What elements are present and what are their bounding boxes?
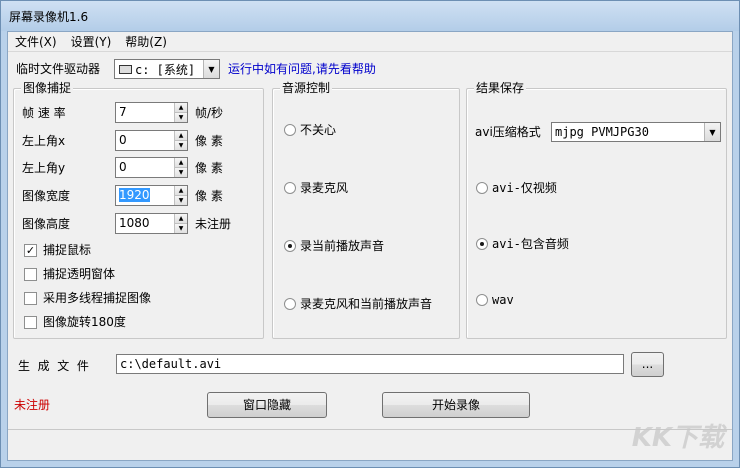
left-x-unit: 像 素: [195, 134, 223, 148]
codec-select[interactable]: mjpg PVMJPG30 ▼: [551, 122, 721, 142]
codec-label: avi压缩格式: [475, 125, 541, 139]
client-area: 文件(X) 设置(Y) 帮助(Z) 临时文件驱动器 c: [系统] ▼ 运行中如…: [7, 31, 733, 461]
rotate-label[interactable]: 图像旋转180度: [43, 313, 126, 331]
help-link[interactable]: 运行中如有问题,请先看帮助: [228, 60, 376, 78]
chevron-down-icon[interactable]: ▼: [704, 123, 720, 141]
fps-label: 帧 速 率: [22, 106, 66, 120]
output-file-input[interactable]: c:\default.avi: [116, 354, 624, 374]
spin-up-icon[interactable]: ▲: [175, 131, 187, 140]
height-value[interactable]: 1080: [116, 214, 174, 233]
fps-value[interactable]: 7: [116, 103, 174, 122]
left-x-spinner[interactable]: 0 ▲ ▼: [115, 130, 188, 151]
wav-radio[interactable]: [476, 294, 488, 306]
spin-up-icon[interactable]: ▲: [175, 214, 187, 223]
title-bar[interactable]: 屏幕录像机1.6: [1, 1, 739, 31]
left-x-value[interactable]: 0: [116, 131, 174, 150]
menu-bar: 文件(X) 设置(Y) 帮助(Z): [8, 32, 732, 52]
fps-spinner[interactable]: 7 ▲ ▼: [115, 102, 188, 123]
spin-down-icon[interactable]: ▼: [175, 112, 187, 122]
drive-icon: [119, 64, 132, 74]
width-value[interactable]: 1920: [119, 188, 150, 202]
spin-down-icon[interactable]: ▼: [175, 140, 187, 150]
height-spinner[interactable]: 1080 ▲ ▼: [115, 213, 188, 234]
width-spinner[interactable]: 1920 ▲ ▼: [115, 185, 188, 206]
spin-down-icon[interactable]: ▼: [175, 195, 187, 205]
hide-window-button[interactable]: 窗口隐藏: [207, 392, 327, 418]
capture-mouse-label[interactable]: 捕捉鼠标: [43, 241, 91, 259]
capture-group-title: 图像捕捉: [21, 81, 74, 95]
width-label: 图像宽度: [22, 189, 71, 203]
codec-value: mjpg PVMJPG30: [555, 125, 649, 139]
audio-mic-radio[interactable]: [284, 182, 296, 194]
audio-group-title: 音源控制: [280, 81, 333, 95]
temp-drive-select[interactable]: c: [系统] ▼: [114, 59, 220, 79]
audio-playback-radio[interactable]: [284, 240, 296, 252]
audio-none-radio[interactable]: [284, 124, 296, 136]
kk-watermark-logo: KK下载: [631, 423, 724, 453]
spin-up-icon[interactable]: ▲: [175, 186, 187, 195]
avi-audio-label[interactable]: avi-包含音频: [492, 235, 569, 253]
menu-help[interactable]: 帮助(Z): [118, 32, 174, 52]
temp-drive-label: 临时文件驱动器: [16, 62, 101, 76]
browse-button[interactable]: ...: [631, 352, 664, 377]
avi-video-radio[interactable]: [476, 182, 488, 194]
spin-up-icon[interactable]: ▲: [175, 158, 187, 167]
audio-none-label[interactable]: 不关心: [300, 121, 336, 139]
left-y-unit: 像 素: [195, 161, 223, 175]
multithread-checkbox[interactable]: [24, 292, 37, 305]
menu-file[interactable]: 文件(X): [8, 32, 64, 52]
output-group-title: 结果保存: [474, 81, 527, 95]
menu-settings[interactable]: 设置(Y): [64, 32, 119, 52]
unregistered-note: 未注册: [195, 217, 232, 231]
avi-audio-radio[interactable]: [476, 238, 488, 250]
rotate-checkbox[interactable]: [24, 316, 37, 329]
left-x-label: 左上角x: [22, 134, 66, 148]
audio-mic-label[interactable]: 录麦克风: [300, 179, 348, 197]
fps-unit: 帧/秒: [195, 106, 224, 120]
multithread-label[interactable]: 采用多线程捕捉图像: [43, 289, 151, 307]
app-window: 屏幕录像机1.6 文件(X) 设置(Y) 帮助(Z) 临时文件驱动器 c: [系…: [0, 0, 740, 468]
start-recording-button[interactable]: 开始录像: [382, 392, 530, 418]
width-unit: 像 素: [195, 189, 223, 203]
chevron-down-icon[interactable]: ▼: [203, 60, 219, 78]
temp-drive-value: c: [系统]: [135, 62, 196, 77]
wav-label[interactable]: wav: [492, 291, 514, 309]
left-y-spinner[interactable]: 0 ▲ ▼: [115, 157, 188, 178]
capture-transparent-checkbox[interactable]: [24, 268, 37, 281]
capture-mouse-checkbox[interactable]: ✓: [24, 244, 37, 257]
left-y-label: 左上角y: [22, 161, 66, 175]
height-label: 图像高度: [22, 217, 71, 231]
output-file-label: 生 成 文 件: [18, 359, 89, 373]
spin-down-icon[interactable]: ▼: [175, 167, 187, 177]
left-y-value[interactable]: 0: [116, 158, 174, 177]
status-bar: KK下载: [8, 423, 732, 460]
audio-playback-label[interactable]: 录当前播放声音: [300, 237, 384, 255]
window-title: 屏幕录像机1.6: [9, 9, 89, 24]
audio-both-radio[interactable]: [284, 298, 296, 310]
spin-down-icon[interactable]: ▼: [175, 223, 187, 233]
capture-transparent-label[interactable]: 捕捉透明窗体: [43, 265, 115, 283]
spin-up-icon[interactable]: ▲: [175, 103, 187, 112]
audio-both-label[interactable]: 录麦克风和当前播放声音: [300, 295, 432, 313]
avi-video-label[interactable]: avi-仅视频: [492, 179, 557, 197]
unregistered-label: 未注册: [14, 398, 51, 412]
